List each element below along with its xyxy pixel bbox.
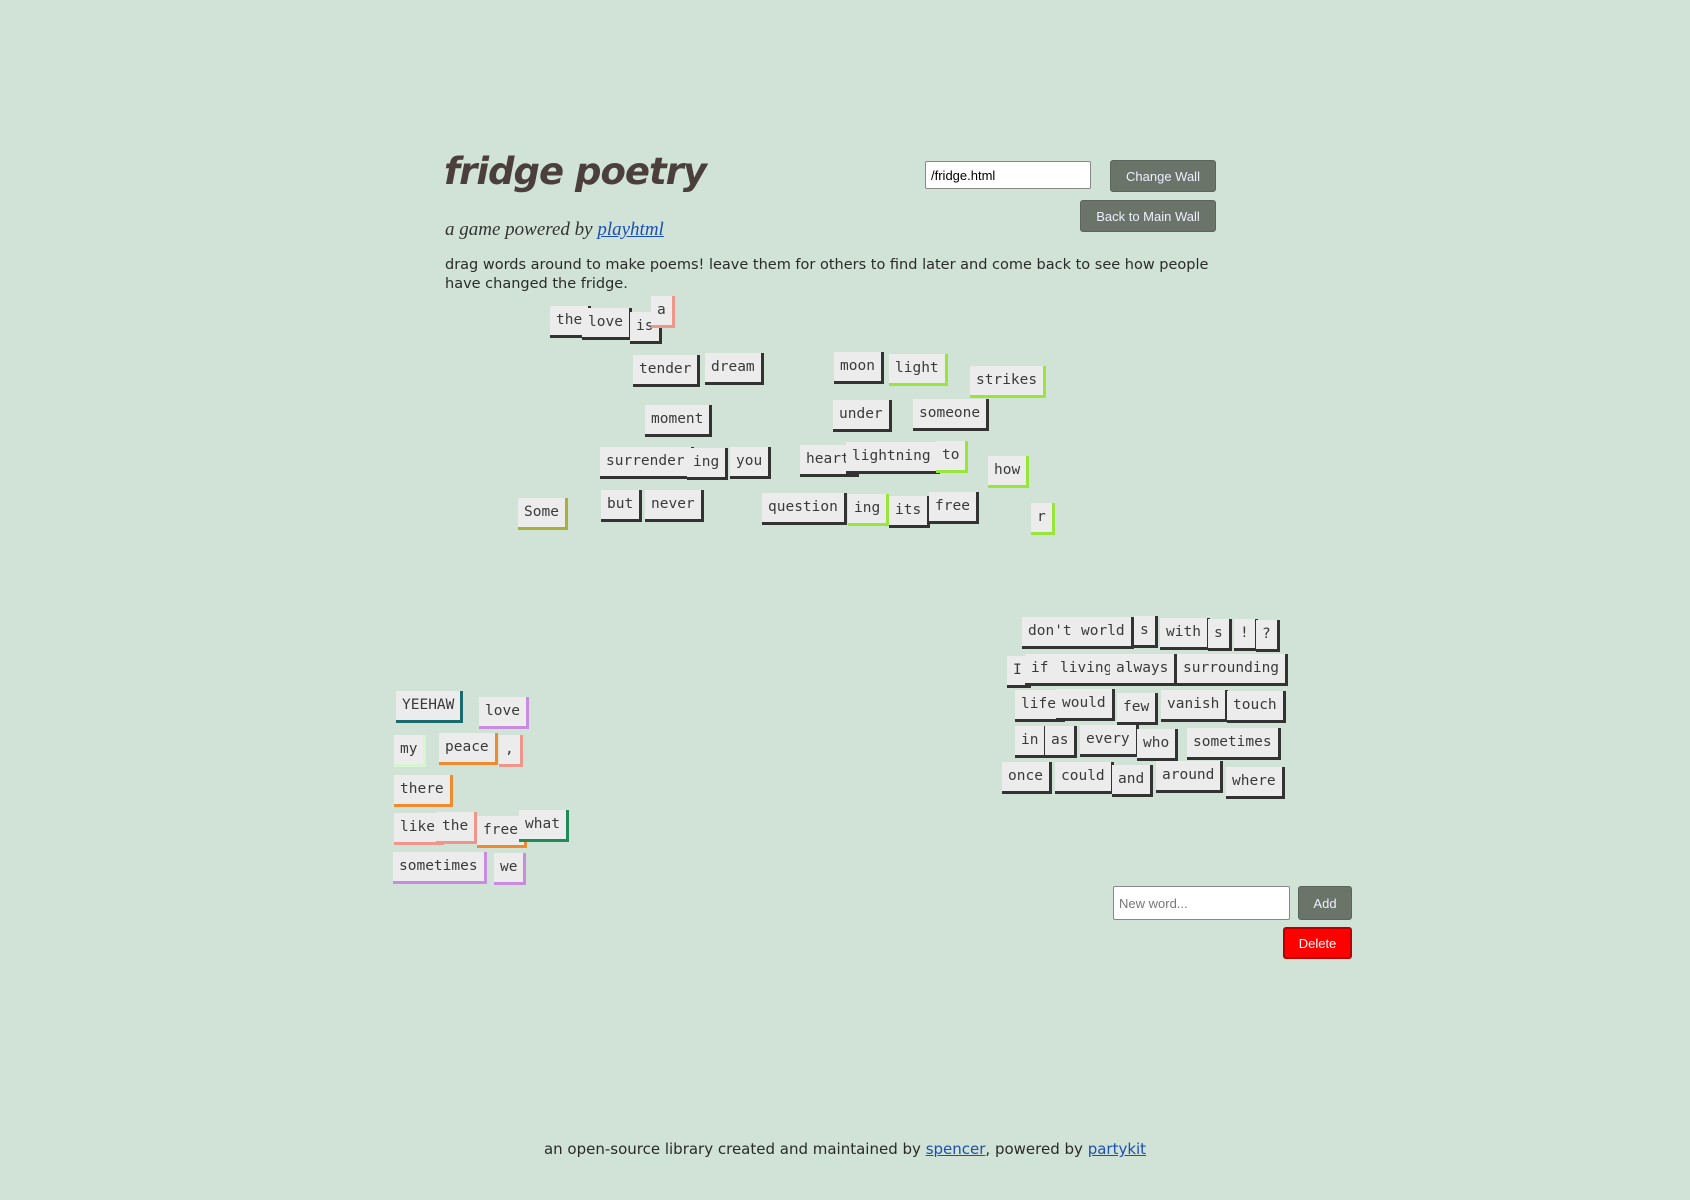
footer: an open-source library created and maint… [0, 1140, 1690, 1158]
new-word-input[interactable] [1113, 886, 1290, 920]
fridge-word-magnet[interactable]: in [1015, 726, 1048, 758]
fridge-word-magnet[interactable]: light [889, 354, 948, 386]
fridge-word-magnet[interactable]: could [1055, 762, 1114, 794]
fridge-word-magnet[interactable]: what [519, 810, 569, 842]
spencer-link[interactable]: spencer [926, 1140, 986, 1158]
footer-middle-text: , powered by [985, 1140, 1083, 1158]
fridge-word-magnet[interactable]: where [1226, 767, 1285, 799]
fridge-word-magnet[interactable]: , [499, 735, 523, 767]
add-word-button[interactable]: Add [1298, 886, 1352, 920]
fridge-word-magnet[interactable]: would [1056, 689, 1115, 721]
fridge-word-magnet[interactable]: someone [913, 399, 990, 431]
partykit-link[interactable]: partykit [1088, 1140, 1146, 1158]
fridge-word-magnet[interactable]: free [929, 492, 979, 524]
fridge-word-magnet[interactable]: dream [705, 353, 764, 385]
fridge-word-magnet[interactable]: ! [1234, 619, 1258, 651]
fridge-word-magnet[interactable]: every [1080, 725, 1139, 757]
fridge-word-magnet[interactable]: tender [633, 355, 701, 387]
fridge-word-magnet[interactable]: don't [1022, 617, 1081, 649]
delete-button[interactable]: Delete [1283, 927, 1352, 959]
page-title: fridge poetry [444, 150, 707, 193]
fridge-word-magnet[interactable]: s [1134, 616, 1158, 648]
fridge-word-magnet[interactable]: YEEHAW [396, 691, 464, 723]
fridge-word-magnet[interactable]: moon [834, 352, 884, 384]
fridge-word-magnet[interactable]: ing [848, 494, 890, 526]
fridge-word-magnet[interactable]: under [833, 400, 892, 432]
fridge-word-magnet[interactable]: my [394, 735, 427, 767]
fridge-word-magnet[interactable]: who [1137, 729, 1179, 761]
fridge-word-magnet[interactable]: never [645, 490, 704, 522]
fridge-word-magnet[interactable]: you [730, 447, 772, 479]
fridge-word-magnet[interactable]: moment [645, 405, 713, 437]
fridge-word-magnet[interactable]: if [1025, 654, 1058, 686]
fridge-word-magnet[interactable]: to [936, 441, 969, 473]
fridge-word-magnet[interactable]: the [436, 812, 478, 844]
fridge-word-magnet[interactable]: always [1110, 654, 1178, 686]
fridge-word-magnet[interactable]: sometimes [393, 852, 487, 884]
subtitle: a game powered by playhtml [445, 219, 664, 241]
fridge-word-magnet[interactable]: its [889, 496, 931, 528]
fridge-word-magnet[interactable]: question [762, 493, 847, 525]
fridge-word-magnet[interactable]: s [1208, 619, 1232, 651]
fridge-word-magnet[interactable]: but [601, 490, 643, 522]
footer-text: an open-source library created and maint… [543, 1140, 921, 1158]
instructions-text: drag words around to make poems! leave t… [445, 257, 1209, 292]
fridge-word-magnet[interactable]: a [651, 296, 675, 328]
fridge-word-magnet[interactable]: touch [1227, 691, 1286, 723]
fridge-word-magnet[interactable]: love [582, 308, 632, 340]
fridge-word-magnet[interactable]: Some [518, 498, 568, 530]
fridge-word-magnet[interactable]: we [494, 853, 527, 885]
back-to-main-wall-button[interactable]: Back to Main Wall [1080, 200, 1216, 232]
wall-path-input[interactable] [925, 161, 1091, 189]
fridge-word-magnet[interactable]: surrender [600, 447, 694, 479]
fridge-word-magnet[interactable]: once [1002, 762, 1052, 794]
fridge-word-magnet[interactable]: world [1075, 617, 1134, 649]
fridge-word-magnet[interactable]: lightning [846, 442, 940, 474]
fridge-word-magnet[interactable]: with [1160, 618, 1210, 650]
playhtml-link[interactable]: playhtml [597, 219, 664, 240]
fridge-word-magnet[interactable]: r [1031, 503, 1055, 535]
fridge-word-magnet[interactable]: ing [687, 448, 729, 480]
fridge-word-magnet[interactable]: ? [1256, 620, 1280, 652]
subtitle-text: a game powered by [445, 219, 593, 240]
fridge-word-magnet[interactable]: love [479, 697, 529, 729]
fridge-word-magnet[interactable]: sometimes [1187, 728, 1281, 760]
fridge-word-magnet[interactable]: how [988, 456, 1030, 488]
fridge-word-magnet[interactable]: around [1156, 761, 1224, 793]
fridge-word-magnet[interactable]: surrounding [1177, 654, 1289, 686]
fridge-word-magnet[interactable]: as [1045, 726, 1078, 758]
change-wall-button[interactable]: Change Wall [1110, 160, 1216, 192]
fridge-word-magnet[interactable]: strikes [970, 366, 1047, 398]
fridge-word-magnet[interactable]: peace [439, 733, 498, 765]
fridge-word-magnet[interactable]: vanish [1161, 690, 1229, 722]
fridge-word-magnet[interactable]: and [1112, 765, 1154, 797]
fridge-word-magnet[interactable]: there [394, 775, 453, 807]
fridge-word-magnet[interactable]: few [1117, 693, 1159, 725]
